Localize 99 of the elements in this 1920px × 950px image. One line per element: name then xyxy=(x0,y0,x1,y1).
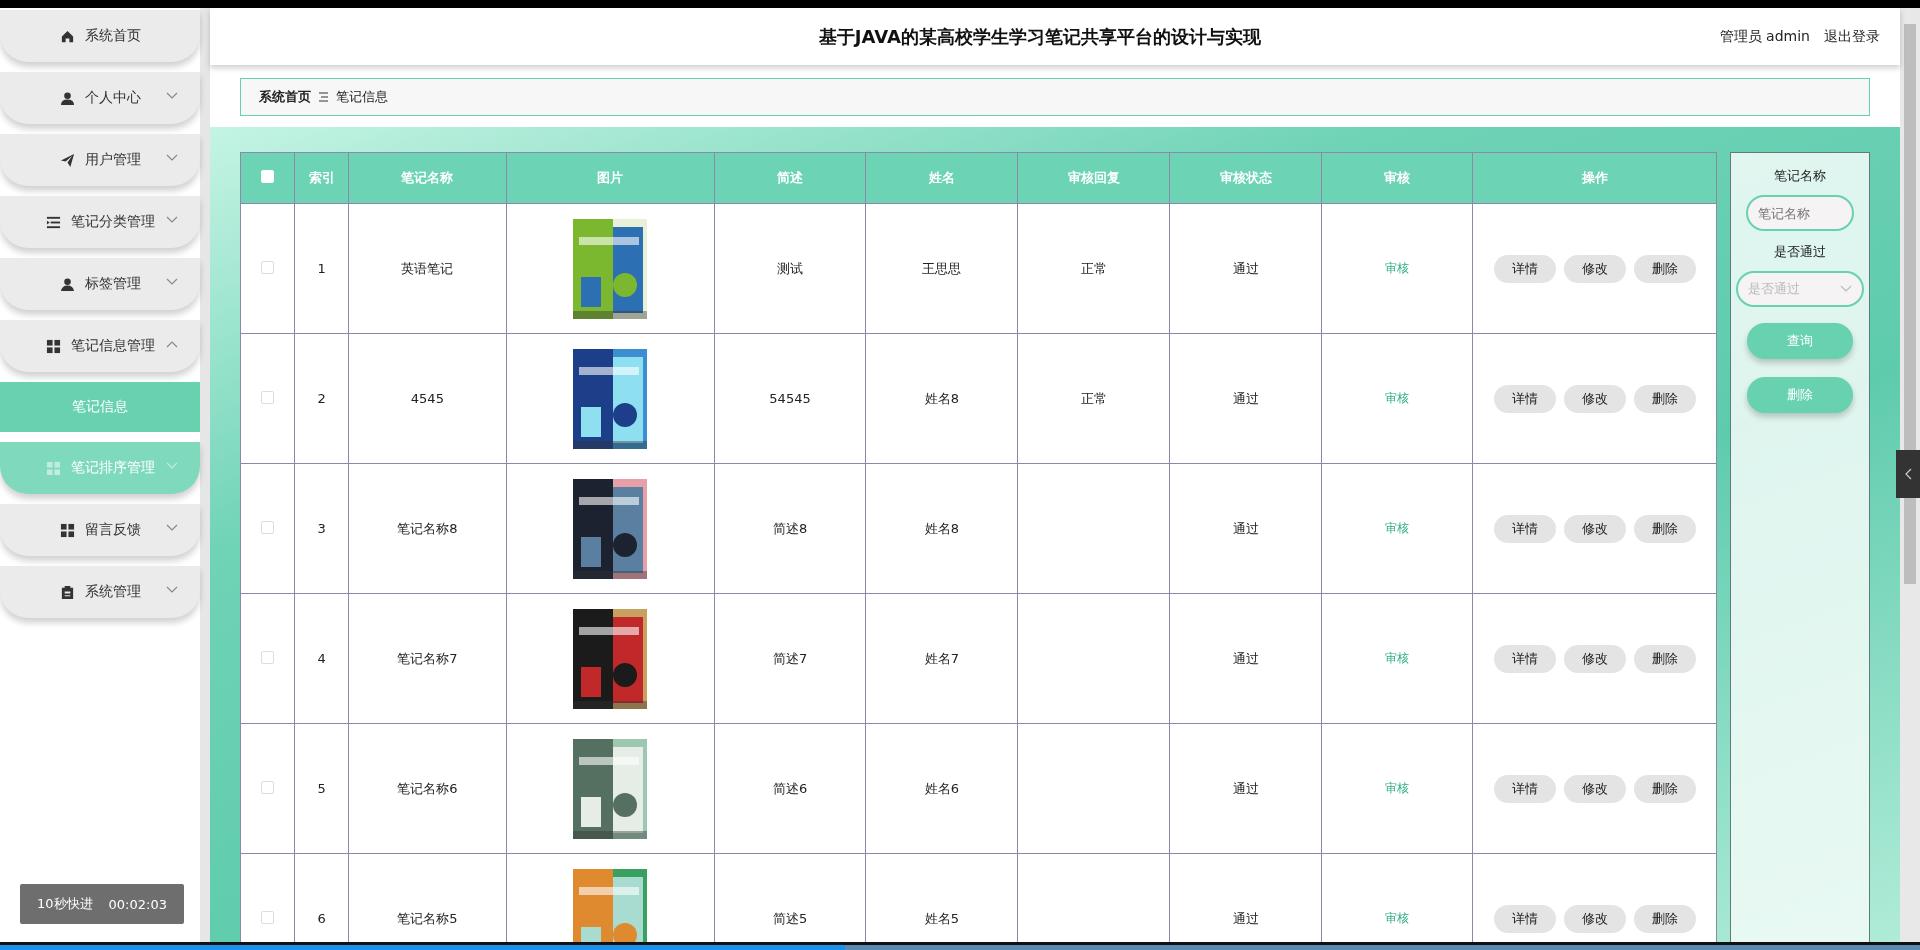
table-cell: 简述8 xyxy=(772,520,808,536)
action-button[interactable]: 修改 xyxy=(1563,644,1626,673)
time-label: 00:02:03 xyxy=(108,896,167,912)
grid-icon xyxy=(59,522,75,538)
sidebar-item[interactable]: 笔记信息管理 xyxy=(0,320,200,372)
action-button[interactable]: 详情 xyxy=(1493,254,1556,283)
table-cell: 测试 xyxy=(777,260,803,276)
separator-icon xyxy=(319,92,328,102)
chevron-icon xyxy=(1840,285,1853,293)
field-label: 笔记名称 xyxy=(1774,167,1827,185)
select-all-checkbox[interactable] xyxy=(261,170,275,183)
table-cell: 简述6 xyxy=(772,780,808,796)
table-cell: 王思思 xyxy=(922,260,962,276)
column-header: 图片 xyxy=(597,170,624,185)
table-cell: 姓名7 xyxy=(924,650,959,666)
table-cell: 笔记名称5 xyxy=(397,910,458,926)
table-cell: 通过 xyxy=(1232,390,1259,406)
collapse-tab[interactable] xyxy=(1896,450,1920,498)
action-button[interactable]: 详情 xyxy=(1493,644,1556,673)
table-cell: 4 xyxy=(317,651,326,666)
action-button[interactable]: 删除 xyxy=(1633,644,1696,673)
action-button[interactable]: 修改 xyxy=(1563,904,1626,933)
sidebar-item[interactable]: 系统管理 xyxy=(0,566,200,618)
table-cell: 笔记名称8 xyxy=(397,520,458,536)
action-button[interactable]: 详情 xyxy=(1493,904,1556,933)
user-icon xyxy=(59,90,75,106)
table-cell: 通过 xyxy=(1232,650,1259,666)
action-button[interactable]: 删除 xyxy=(1633,774,1696,803)
logout-link[interactable]: 退出登录 xyxy=(1824,27,1880,46)
column-header: 审核回复 xyxy=(1067,170,1120,185)
action-button[interactable]: 详情 xyxy=(1493,514,1556,543)
table-cell: 6 xyxy=(317,911,326,926)
table-cell: 笔记名称6 xyxy=(397,780,458,796)
column-header: 索引 xyxy=(308,170,335,185)
grid-icon xyxy=(45,460,61,476)
table-cell: 通过 xyxy=(1232,910,1259,926)
breadcrumb-link[interactable]: 笔记信息 xyxy=(336,88,388,106)
table-cell: 英语笔记 xyxy=(401,260,454,276)
row-checkbox[interactable] xyxy=(261,650,275,664)
row-checkbox[interactable] xyxy=(261,390,275,404)
column-header: 审核 xyxy=(1384,170,1411,185)
table-cell: 姓名5 xyxy=(924,910,959,926)
row-checkbox[interactable] xyxy=(261,520,275,534)
row-checkbox[interactable] xyxy=(261,910,275,924)
table-cell: 简述7 xyxy=(772,650,808,666)
chevron-left-icon xyxy=(1904,468,1912,480)
table-cell: 简述5 xyxy=(772,910,808,926)
home-icon xyxy=(59,28,75,44)
action-button[interactable]: 修改 xyxy=(1563,774,1626,803)
sidebar-item[interactable]: 个人中心 xyxy=(0,72,200,124)
table-cell: 2 xyxy=(317,391,326,406)
column-header: 简述 xyxy=(777,170,803,185)
table-cell: 通过 xyxy=(1232,780,1259,796)
user-label: 管理员 admin xyxy=(1719,27,1810,46)
table-cell: 通过 xyxy=(1232,260,1259,276)
sidebar-item[interactable]: 笔记分类管理 xyxy=(0,196,200,248)
action-button[interactable]: 删除 xyxy=(1633,384,1696,413)
table-cell: 正常 xyxy=(1080,390,1107,406)
grid-icon xyxy=(45,338,61,354)
table-cell: 姓名8 xyxy=(924,390,959,406)
table-cell: 姓名6 xyxy=(924,780,959,796)
scrollbar-thumb[interactable] xyxy=(1904,24,1916,584)
column-header: 姓名 xyxy=(928,170,955,185)
breadcrumb-link[interactable]: 系统首页 xyxy=(259,88,311,106)
user-icon xyxy=(59,276,75,292)
table-cell: 1 xyxy=(317,261,326,276)
action-button[interactable]: 删除 xyxy=(1633,254,1696,283)
sidebar-item[interactable]: 系统首页 xyxy=(0,10,200,62)
paper-plane-icon xyxy=(59,152,75,168)
table-cell: 54545 xyxy=(769,391,811,406)
table-cell: 姓名8 xyxy=(924,520,959,536)
table-cell: 正常 xyxy=(1080,260,1107,276)
column-header: 审核状态 xyxy=(1219,170,1272,185)
clipboard-icon xyxy=(59,584,75,600)
action-button[interactable]: 修改 xyxy=(1563,514,1626,543)
progress-track[interactable] xyxy=(0,945,1920,950)
column-header: 操作 xyxy=(1581,170,1608,185)
action-button[interactable]: 详情 xyxy=(1493,384,1556,413)
action-button[interactable]: 修改 xyxy=(1563,254,1626,283)
sidebar-item[interactable]: 留言反馈 xyxy=(0,504,200,556)
table-cell: 4545 xyxy=(410,391,444,406)
table-cell: 笔记名称7 xyxy=(397,650,458,666)
row-checkbox[interactable] xyxy=(261,780,275,794)
table-cell: 通过 xyxy=(1232,520,1259,536)
page-title: 基于JAVA的某高校学生学习笔记共享平台的设计与实现 xyxy=(817,24,1262,49)
action-button[interactable]: 修改 xyxy=(1563,384,1626,413)
action-button[interactable]: 详情 xyxy=(1493,774,1556,803)
list-icon xyxy=(45,214,61,230)
sidebar-item[interactable]: 标签管理 xyxy=(0,258,200,310)
toast-label: 10秒快进 xyxy=(37,895,93,913)
field-label: 是否通过 xyxy=(1774,243,1827,261)
row-checkbox[interactable] xyxy=(261,260,275,274)
table-cell: 3 xyxy=(317,521,326,536)
table-cell: 5 xyxy=(317,781,326,796)
action-button[interactable]: 删除 xyxy=(1633,904,1696,933)
action-button[interactable]: 删除 xyxy=(1633,514,1696,543)
column-header: 笔记名称 xyxy=(401,170,454,185)
sidebar-item[interactable]: 用户管理 xyxy=(0,134,200,186)
input-field[interactable]: 笔记名称 xyxy=(1746,195,1855,231)
